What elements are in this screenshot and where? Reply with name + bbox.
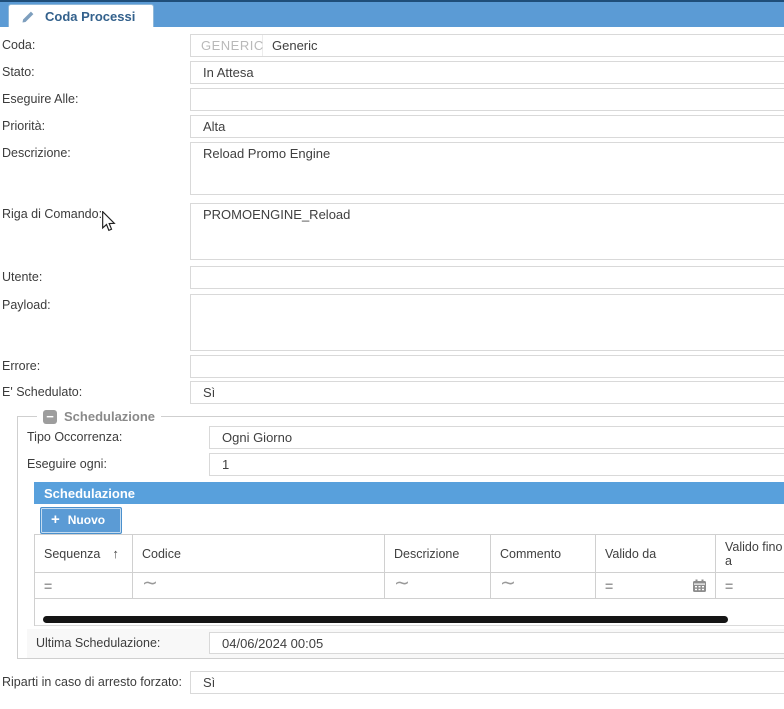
eseguire-alle-field[interactable] bbox=[190, 88, 784, 111]
collapse-icon[interactable]: − bbox=[43, 410, 57, 424]
calendar-icon[interactable] bbox=[692, 579, 707, 593]
grid-header-row: Sequenza ↑ Codice Descrizione Commento V… bbox=[35, 534, 784, 573]
field-row-payload: Payload: bbox=[2, 294, 784, 351]
column-label: Valido da bbox=[605, 547, 656, 561]
payload-textarea[interactable] bbox=[190, 294, 784, 351]
e-schedulato-field[interactable]: Sì bbox=[190, 381, 784, 404]
field-label: Eseguire Alle: bbox=[2, 88, 190, 106]
field-label: Eseguire ogni: bbox=[27, 453, 209, 471]
field-row-descrizione: Descrizione: Reload Promo Engine bbox=[2, 142, 784, 195]
grid-table: Sequenza ↑ Codice Descrizione Commento V… bbox=[34, 534, 784, 626]
field-label: Tipo Occorrenza: bbox=[27, 426, 209, 444]
field-label: Riga di Comando: bbox=[2, 203, 190, 221]
field-label: Payload: bbox=[2, 294, 190, 312]
plus-icon: + bbox=[51, 515, 60, 525]
column-label: Commento bbox=[500, 547, 561, 561]
nuovo-button[interactable]: + Nuovo bbox=[40, 507, 122, 534]
tipo-occorrenza-field[interactable]: Ogni Giorno bbox=[209, 426, 784, 449]
horizontal-scrollbar[interactable] bbox=[35, 614, 784, 626]
filter-valido-da[interactable]: = bbox=[596, 573, 716, 598]
filter-commento[interactable]: ∼ bbox=[491, 573, 596, 598]
riga-di-comando-textarea[interactable]: PROMOENGINE_Reload bbox=[190, 203, 784, 260]
field-row-eseguire-alle: Eseguire Alle: bbox=[2, 88, 784, 111]
coda-code-value: GENERIC bbox=[191, 35, 263, 56]
priorita-field[interactable]: Alta bbox=[190, 115, 784, 138]
column-label: Sequenza bbox=[44, 547, 100, 561]
filter-codice[interactable]: ∼ bbox=[133, 573, 385, 598]
grid-toolbar: + Nuovo bbox=[34, 504, 784, 534]
grid-body-empty bbox=[35, 599, 784, 614]
column-label: Descrizione bbox=[394, 547, 459, 561]
field-row-priorita: Priorità: Alta bbox=[2, 115, 784, 138]
equals-filter-icon: = bbox=[605, 578, 613, 594]
field-row-errore: Errore: bbox=[2, 355, 784, 378]
utente-field[interactable] bbox=[190, 266, 784, 289]
coda-combo-field[interactable]: GENERIC Generic bbox=[190, 34, 784, 57]
field-row-coda: Coda: GENERIC Generic bbox=[2, 34, 784, 57]
like-filter-icon: ∼ bbox=[142, 579, 158, 593]
column-label: Valido fino a bbox=[725, 540, 784, 568]
scrollbar-thumb[interactable] bbox=[43, 616, 728, 623]
field-label: Riparti in caso di arresto forzato: bbox=[2, 671, 190, 689]
field-label: Ultima Schedulazione: bbox=[27, 636, 209, 650]
like-filter-icon: ∼ bbox=[500, 579, 516, 593]
field-row-e-schedulato: E' Schedulato: Sì bbox=[2, 381, 784, 404]
column-header-commento[interactable]: Commento bbox=[491, 535, 596, 572]
eseguire-ogni-field[interactable]: 1 bbox=[209, 453, 784, 476]
field-label: E' Schedulato: bbox=[2, 381, 190, 399]
column-header-sequenza[interactable]: Sequenza ↑ bbox=[35, 535, 133, 572]
descrizione-textarea[interactable]: Reload Promo Engine bbox=[190, 142, 784, 195]
field-row-eseguire-ogni: Eseguire ogni: 1 bbox=[27, 453, 784, 476]
column-label: Codice bbox=[142, 547, 181, 561]
field-label: Errore: bbox=[2, 355, 190, 373]
column-header-codice[interactable]: Codice bbox=[133, 535, 385, 572]
grid-panel-header: Schedulazione bbox=[34, 482, 784, 504]
fieldset-legend-label: Schedulazione bbox=[64, 409, 155, 424]
tab-coda-processi[interactable]: Coda Processi bbox=[8, 4, 154, 27]
coda-description-value: Generic bbox=[263, 38, 318, 53]
nuovo-button-label: Nuovo bbox=[68, 513, 105, 527]
filter-descrizione[interactable]: ∼ bbox=[385, 573, 491, 598]
column-header-valido-da[interactable]: Valido da bbox=[596, 535, 716, 572]
field-row-riga-di-comando: Riga di Comando: PROMOENGINE_Reload bbox=[2, 203, 784, 260]
fieldset-legend: − Schedulazione bbox=[37, 409, 161, 424]
filter-sequenza[interactable]: = bbox=[35, 573, 133, 598]
field-label: Priorità: bbox=[2, 115, 190, 133]
tab-label: Coda Processi bbox=[45, 9, 135, 24]
field-label: Utente: bbox=[2, 266, 190, 284]
equals-filter-icon: = bbox=[44, 578, 52, 594]
grid-filter-row: = ∼ ∼ ∼ = bbox=[35, 573, 784, 599]
form-panel: Coda: GENERIC Generic Stato: In Attesa E… bbox=[0, 27, 784, 694]
riparti-field[interactable]: Sì bbox=[190, 671, 784, 694]
equals-filter-icon: = bbox=[725, 578, 733, 594]
column-header-descrizione[interactable]: Descrizione bbox=[385, 535, 491, 572]
stato-field[interactable]: In Attesa bbox=[190, 61, 784, 84]
errore-field[interactable] bbox=[190, 355, 784, 378]
schedulazione-fieldset: − Schedulazione Tipo Occorrenza: Ogni Gi… bbox=[17, 409, 784, 659]
filter-valido-fino-a[interactable]: = bbox=[716, 573, 784, 598]
sort-asc-icon: ↑ bbox=[112, 546, 119, 561]
field-label: Stato: bbox=[2, 61, 190, 79]
field-row-utente: Utente: bbox=[2, 266, 784, 289]
tab-strip: Coda Processi bbox=[0, 0, 784, 27]
field-row-riparti: Riparti in caso di arresto forzato: Sì bbox=[2, 671, 784, 694]
column-header-valido-fino-a[interactable]: Valido fino a bbox=[716, 535, 784, 572]
like-filter-icon: ∼ bbox=[394, 579, 410, 593]
field-row-stato: Stato: In Attesa bbox=[2, 61, 784, 84]
field-label: Descrizione: bbox=[2, 142, 190, 160]
field-row-ultima-schedulazione: Ultima Schedulazione: 04/06/2024 00:05 bbox=[27, 629, 784, 658]
pencil-icon bbox=[21, 9, 36, 24]
field-row-tipo-occorrenza: Tipo Occorrenza: Ogni Giorno bbox=[27, 426, 784, 449]
schedulazione-grid-panel: Schedulazione + Nuovo Sequenza ↑ Codice bbox=[34, 482, 784, 626]
field-label: Coda: bbox=[2, 34, 190, 52]
ultima-schedulazione-field[interactable]: 04/06/2024 00:05 bbox=[209, 632, 784, 654]
